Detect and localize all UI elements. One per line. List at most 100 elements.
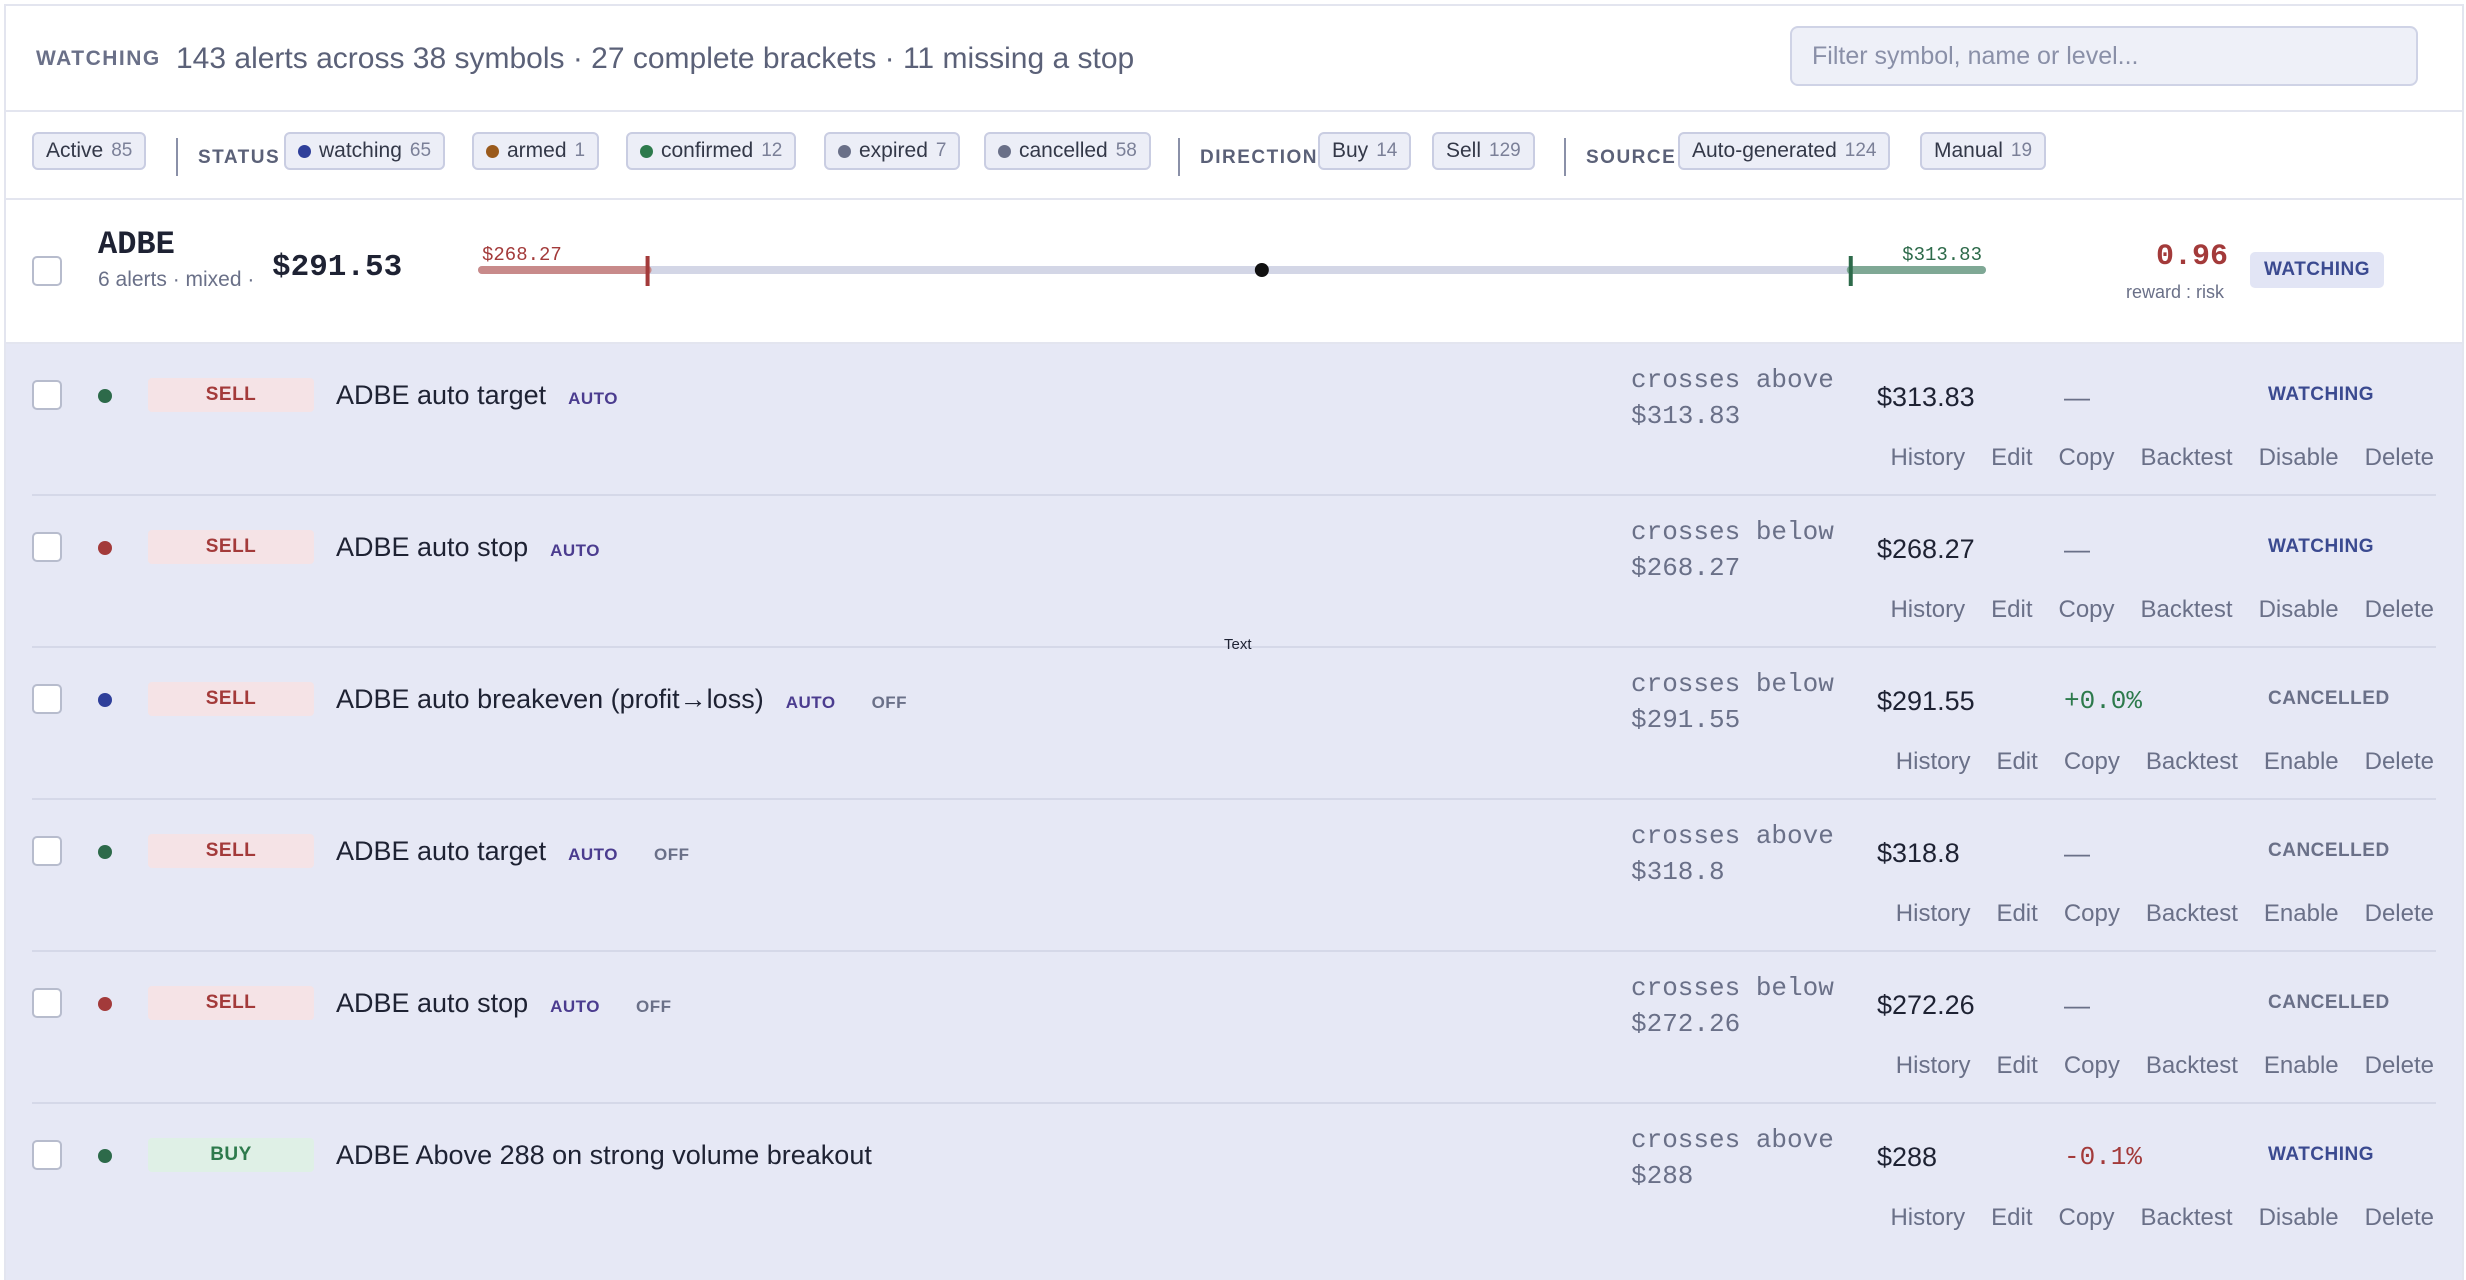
alert-row[interactable]: SELL ADBE auto stop AUTO OFF crosses bel… (6, 952, 2462, 1104)
filter-search-input[interactable] (1790, 26, 2418, 86)
backtest-link[interactable]: Backtest (2141, 1204, 2233, 1232)
edit-link[interactable]: Edit (1991, 1204, 2032, 1232)
alerts-panel: WATCHING 143 alerts across 38 symbols · … (4, 4, 2464, 1280)
status-dot-icon (98, 845, 112, 859)
backtest-link[interactable]: Backtest (2146, 1052, 2238, 1080)
toggle-enable-link[interactable]: Disable (2259, 596, 2339, 624)
chip-label: Buy (1332, 139, 1369, 162)
alert-name: ADBE auto stop (336, 532, 529, 562)
edit-link[interactable]: Edit (1991, 596, 2032, 624)
backtest-link[interactable]: Backtest (2146, 900, 2238, 928)
alert-row[interactable]: BUY ADBE Above 288 on strong volume brea… (6, 1104, 2462, 1256)
copy-link[interactable]: Copy (2059, 1204, 2115, 1232)
condition: crosses below $268.27 (1631, 514, 1834, 586)
chip-direction-buy[interactable]: Buy 14 (1318, 132, 1412, 170)
copy-link[interactable]: Copy (2059, 596, 2115, 624)
history-link[interactable]: History (1890, 1204, 1965, 1232)
change-from-level: — (2064, 990, 2090, 1020)
change-from-level: +0.0% (2064, 686, 2143, 716)
chip-status-confirmed[interactable]: confirmed 12 (626, 132, 797, 170)
side-badge: BUY (148, 1138, 314, 1172)
condition-value: $318.8 (1631, 857, 1725, 887)
chip-source-manual[interactable]: Manual 19 (1920, 132, 2047, 170)
chip-label: Manual (1934, 139, 2003, 162)
edit-link[interactable]: Edit (1991, 444, 2032, 472)
history-link[interactable]: History (1890, 596, 1965, 624)
copy-link[interactable]: Copy (2064, 748, 2120, 776)
chip-status-expired[interactable]: expired 7 (824, 132, 961, 170)
copy-link[interactable]: Copy (2064, 1052, 2120, 1080)
status-dot-icon (998, 144, 1011, 158)
status-dot-icon (98, 389, 112, 403)
target-level-label: $313.83 (1902, 244, 1982, 266)
copy-link[interactable]: Copy (2059, 444, 2115, 472)
history-link[interactable]: History (1896, 748, 1971, 776)
alert-select-checkbox[interactable] (32, 380, 62, 410)
off-tag: OFF (635, 996, 672, 1016)
delete-link[interactable]: Delete (2365, 596, 2434, 624)
alert-row[interactable]: SELL ADBE auto breakeven (profit→loss) A… (6, 648, 2462, 800)
alert-status: WATCHING (2268, 536, 2375, 557)
chip-status-armed[interactable]: armed 1 (472, 132, 600, 170)
alert-select-checkbox[interactable] (32, 836, 62, 866)
source-group-label: SOURCE (1586, 147, 1677, 168)
alert-row[interactable]: SELL ADBE auto target AUTO OFF crosses a… (6, 800, 2462, 952)
condition-operator: crosses below (1631, 973, 1834, 1003)
chip-label: Sell (1446, 139, 1482, 162)
delete-link[interactable]: Delete (2365, 1052, 2434, 1080)
symbol-group-header[interactable]: ADBE 6 alerts · mixed · $291.53 $268.27 … (6, 200, 2462, 344)
row-actions: History Edit Copy Backtest Enable Delete (1870, 900, 2434, 928)
delete-link[interactable]: Delete (2365, 900, 2434, 928)
toggle-enable-link[interactable]: Enable (2264, 900, 2339, 928)
floating-text-label: Text (1224, 636, 1252, 653)
delete-link[interactable]: Delete (2365, 748, 2434, 776)
toggle-enable-link[interactable]: Enable (2264, 1052, 2339, 1080)
chip-label: confirmed (661, 139, 754, 162)
backtest-link[interactable]: Backtest (2146, 748, 2238, 776)
condition-value: $313.83 (1631, 401, 1741, 431)
chip-label: Auto-generated (1692, 139, 1837, 162)
row-actions: History Edit Copy Backtest Disable Delet… (1864, 596, 2434, 624)
backtest-link[interactable]: Backtest (2141, 444, 2233, 472)
edit-link[interactable]: Edit (1996, 748, 2037, 776)
alert-level: $288 (1877, 1142, 1938, 1172)
alert-row[interactable]: SELL ADBE auto stop AUTO crosses below $… (6, 496, 2462, 648)
history-link[interactable]: History (1896, 1052, 1971, 1080)
delete-link[interactable]: Delete (2365, 444, 2434, 472)
backtest-link[interactable]: Backtest (2141, 596, 2233, 624)
history-link[interactable]: History (1890, 444, 1965, 472)
chip-count: 14 (1376, 140, 1398, 161)
delete-link[interactable]: Delete (2365, 1204, 2434, 1232)
alert-level: $272.26 (1877, 990, 1975, 1020)
alert-row[interactable]: SELL ADBE auto target AUTO crosses above… (6, 344, 2462, 496)
chip-active[interactable]: Active 85 (32, 132, 147, 170)
status-dot-icon (486, 144, 499, 158)
change-from-level: -0.1% (2064, 1142, 2143, 1172)
chip-label: armed (507, 139, 567, 162)
toggle-enable-link[interactable]: Disable (2259, 444, 2339, 472)
toggle-enable-link[interactable]: Disable (2259, 1204, 2339, 1232)
chip-status-cancelled[interactable]: cancelled 58 (984, 132, 1151, 170)
auto-tag: AUTO (785, 692, 836, 712)
chip-direction-sell[interactable]: Sell 129 (1432, 132, 1535, 170)
side-badge: SELL (148, 378, 314, 412)
history-link[interactable]: History (1896, 900, 1971, 928)
toggle-enable-link[interactable]: Enable (2264, 748, 2339, 776)
side-badge: SELL (148, 986, 314, 1020)
alert-status: CANCELLED (2268, 688, 2390, 709)
edit-link[interactable]: Edit (1996, 900, 2037, 928)
condition: crosses below $291.55 (1631, 666, 1834, 738)
alert-select-checkbox[interactable] (32, 988, 62, 1018)
copy-link[interactable]: Copy (2064, 900, 2120, 928)
row-actions: History Edit Copy Backtest Disable Delet… (1864, 444, 2434, 472)
alert-select-checkbox[interactable] (32, 532, 62, 562)
chip-count: 85 (111, 140, 133, 161)
bracket-range-bar: $268.27 $313.83 (478, 244, 1986, 286)
alert-select-checkbox[interactable] (32, 684, 62, 714)
chip-label: Active (46, 139, 104, 162)
filter-bar: Active 85 STATUS watching 65 armed 1 con… (6, 112, 2462, 200)
alert-select-checkbox[interactable] (32, 1140, 62, 1170)
chip-source-auto[interactable]: Auto-generated 124 (1678, 132, 1891, 170)
edit-link[interactable]: Edit (1996, 1052, 2037, 1080)
chip-status-watching[interactable]: watching 65 (284, 132, 446, 170)
